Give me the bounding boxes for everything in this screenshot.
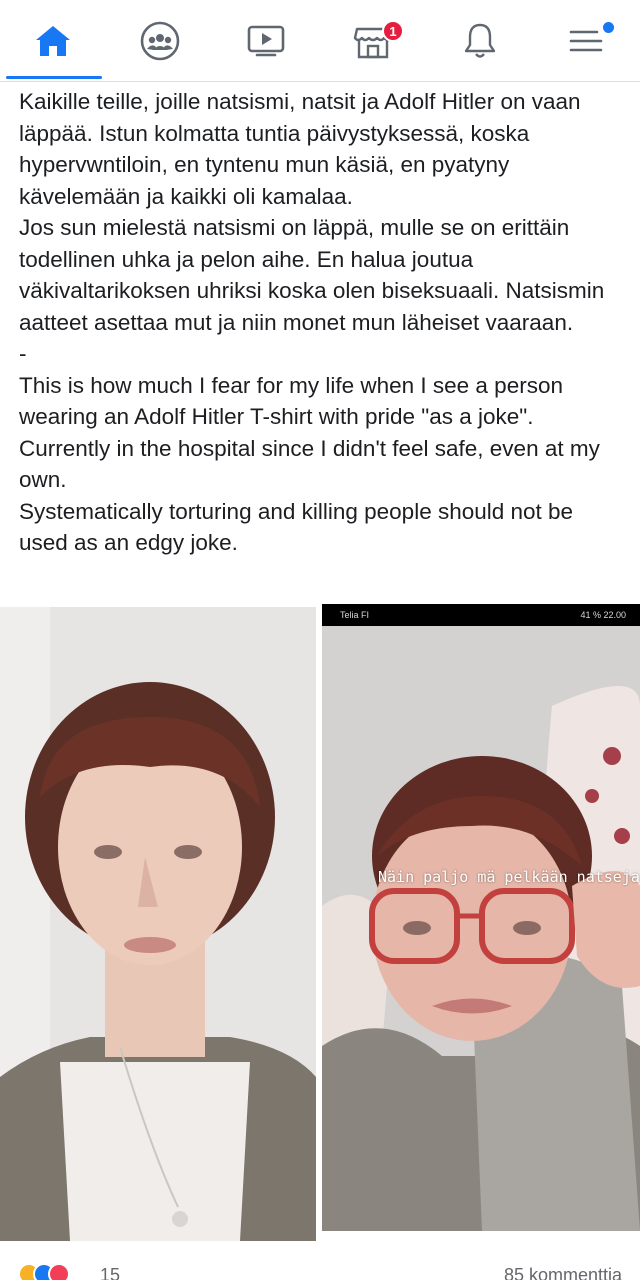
post-paragraph-en-2: Systematically torturing and killing peo… [19, 498, 574, 556]
nav-marketplace[interactable]: 1 [320, 0, 426, 82]
comment-count[interactable]: 85 kommenttia [504, 1265, 622, 1280]
battery-time-label: 41 % 22.00 [580, 610, 626, 620]
post-text: Kaikille teille, joille natsismi, natsit… [19, 86, 624, 559]
nav-home[interactable] [0, 0, 106, 82]
post-separator: - [19, 341, 27, 366]
groups-icon [140, 21, 180, 61]
reaction-icons[interactable] [18, 1263, 70, 1280]
top-nav: 1 [0, 0, 640, 82]
new-indicator-dot [603, 22, 614, 33]
phone-status-bar: Telia FI 41 % 22.00 [322, 604, 640, 626]
menu-icon [569, 30, 603, 52]
crying-selfie-image [322, 626, 640, 1231]
story-caption: Näin paljo mä pelkään natseja [378, 868, 640, 886]
video-icon [247, 25, 285, 57]
post-footer: 15 85 kommenttia [0, 1241, 640, 1280]
post-paragraph-fi-1: Kaikille teille, joille natsismi, natsit… [19, 89, 581, 209]
selfie-image [0, 607, 316, 1241]
bell-icon [464, 23, 496, 58]
post-photo-left[interactable] [0, 607, 316, 1241]
carrier-label: Telia FI [340, 610, 370, 620]
nav-groups[interactable] [107, 0, 213, 82]
reaction-count[interactable]: 15 [100, 1265, 120, 1280]
post-photo-right[interactable]: Telia FI 41 % 22.00 Näin paljo mä pelkää… [322, 604, 640, 1231]
nav-watch[interactable] [213, 0, 319, 82]
home-icon [36, 26, 70, 56]
love-reaction-icon [48, 1263, 70, 1280]
story-image: Näin paljo mä pelkään natseja [322, 626, 640, 1231]
nav-menu[interactable] [533, 0, 639, 82]
notification-badge: 1 [382, 20, 404, 42]
active-tab-indicator [6, 76, 102, 79]
post-paragraph-fi-2: Jos sun mielestä natsismi on läppä, mull… [19, 215, 605, 335]
post-paragraph-en-1: This is how much I fear for my life when… [19, 372, 600, 493]
nav-notifications[interactable] [427, 0, 533, 82]
